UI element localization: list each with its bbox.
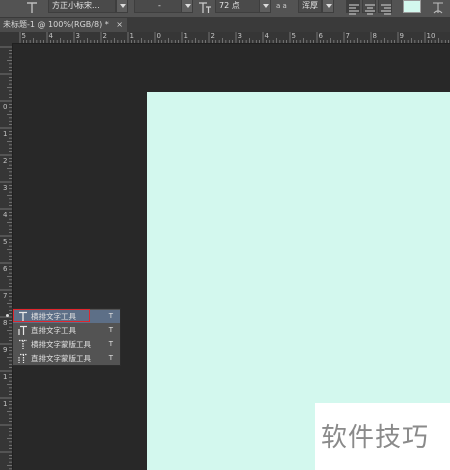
align-left-button[interactable] [346,0,360,15]
ruler-label: 1 [183,32,188,40]
ruler-label: 1 [3,400,8,408]
watermark-text: 软件技巧 [321,423,430,453]
menu-item-vertical-type-mask-tool[interactable]: 直排文字蒙版工具 T [13,352,120,365]
text-color-swatch[interactable] [403,0,421,13]
ruler-label: 1 [129,32,134,40]
menu-item-label: 直排文字蒙版工具 [31,354,91,363]
vertical-type-icon [18,325,27,335]
vertical-ruler[interactable]: 0 1 2 3 4 5 6 7 8 9 1 1 [0,43,13,470]
menu-item-shortcut: T [108,326,113,334]
ruler-label: 7 [3,292,8,300]
menu-item-shortcut: T [108,340,113,348]
font-style-field[interactable]: - [134,0,182,13]
ruler-label: 3 [3,184,8,192]
antialias-dropdown-icon[interactable] [322,0,334,13]
ruler-label: 3 [237,32,242,40]
ruler-label: 9 [399,32,404,40]
ruler-label: 6 [318,32,323,40]
menu-item-shortcut: T [108,312,113,320]
active-tool-bullet [6,314,9,317]
menu-item-shortcut: T [108,354,113,362]
ruler-label: 5 [21,32,26,40]
ruler-label: 4 [264,32,269,40]
ruler-label: 3 [75,32,80,40]
warp-text-icon[interactable] [430,0,446,17]
vertical-type-mask-icon [18,353,27,363]
align-right-button[interactable] [378,0,392,15]
selection-highlight-box [13,309,90,322]
ruler-label: 1 [3,373,8,381]
tool-preset-icon[interactable] [22,0,42,17]
menu-item-label: 横排文字蒙版工具 [31,340,91,349]
document-tab[interactable]: 未标题-1 @ 100%(RGB/8) * × [0,18,127,32]
menu-item-horizontal-type-mask-tool[interactable]: 横排文字蒙版工具 T [13,338,120,351]
ruler-label: 10 [426,32,436,40]
ruler-label: 5 [3,238,8,246]
ruler-label: 2 [102,32,107,40]
menu-item-vertical-type-tool[interactable]: 直排文字工具 T [13,324,120,337]
ruler-label: 1 [3,130,8,138]
ruler-label: 9 [3,346,8,354]
ruler-label: 7 [345,32,350,40]
ruler-label: 4 [3,211,8,219]
ruler-label: 0 [156,32,161,40]
ruler-label: 2 [3,157,8,165]
close-icon[interactable]: × [116,18,123,32]
document-tab-bar: 未标题-1 @ 100%(RGB/8) * × [0,18,450,32]
font-size-field[interactable]: 72 点 [215,0,260,13]
ruler-label: 5 [291,32,296,40]
font-style-dropdown-icon[interactable] [181,0,193,13]
ruler-label: 4 [48,32,53,40]
font-size-dropdown-icon[interactable] [259,0,271,13]
antialias-icon: a a [276,2,287,10]
horizontal-type-mask-icon [19,339,27,349]
horizontal-ruler[interactable]: 5432101234567891011 [12,32,450,44]
antialias-field[interactable]: 浑厚 [298,0,322,13]
align-center-button[interactable] [362,0,376,15]
watermark: 软件技巧 [315,403,450,470]
document-tab-title: 未标题-1 @ 100%(RGB/8) * [3,20,109,29]
options-bar: 方正小标宋... - 72 点 a a 浑厚 [0,0,450,18]
ruler-label: 8 [3,319,8,327]
ruler-label: 8 [372,32,377,40]
font-family-dropdown-icon[interactable] [116,0,128,13]
font-size-icon [197,0,213,17]
ruler-label: 0 [3,103,8,111]
menu-item-label: 直排文字工具 [31,326,76,335]
ruler-label: 6 [3,265,8,273]
ruler-origin[interactable] [0,32,12,43]
font-family-field[interactable]: 方正小标宋... [48,0,116,13]
ruler-label: 2 [210,32,215,40]
